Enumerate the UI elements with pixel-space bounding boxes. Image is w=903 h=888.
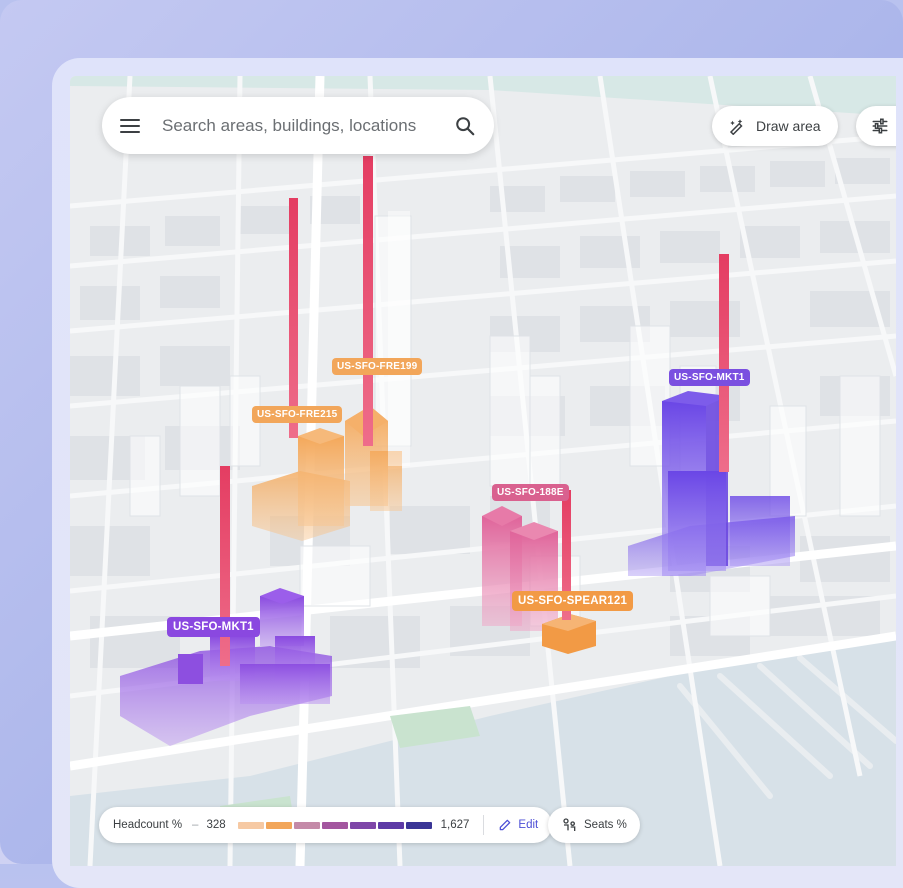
draw-area-button[interactable]: Draw area: [712, 106, 838, 146]
legend-dash: –: [192, 819, 199, 831]
legend-edit-button[interactable]: Edit: [498, 818, 538, 832]
building-tag[interactable]: US-SFO-FRE215: [252, 406, 343, 423]
legend-scale-swatch: [265, 821, 292, 829]
pencil-icon: [500, 819, 511, 831]
building-tag[interactable]: US-SFO-188E: [492, 484, 569, 501]
legend-max-value: 1,627: [440, 819, 470, 831]
seats-icon: [563, 818, 576, 831]
draw-area-label: Draw area: [756, 118, 821, 134]
building-tag[interactable]: US-SFO-SPEAR121: [512, 591, 634, 611]
legend-min-value: 328: [206, 819, 226, 831]
legend-divider: [483, 815, 485, 835]
search-bar[interactable]: [102, 97, 494, 154]
legend-scale-swatch: [405, 821, 432, 829]
map-canvas[interactable]: [70, 76, 896, 866]
legend-scale-swatch: [321, 821, 348, 829]
legend-scale-swatch: [377, 821, 404, 829]
search-input[interactable]: [160, 114, 454, 137]
legend-edit-label: Edit: [518, 819, 539, 831]
search-icon[interactable]: [454, 115, 476, 137]
seats-label: Seats %: [584, 819, 627, 831]
menu-icon[interactable]: [120, 114, 144, 138]
filter-button[interactable]: [856, 106, 896, 146]
legend-metric-label: Headcount %: [113, 819, 183, 831]
tune-icon: [872, 118, 888, 134]
legend-scale-swatch: [237, 821, 264, 829]
seats-button[interactable]: Seats %: [548, 807, 640, 843]
legend-scale-swatch: [349, 821, 376, 829]
legend-color-scale: [237, 821, 432, 829]
map-view[interactable]: US-SFO-FRE199 US-SFO-FRE215 US-SFO-MKT1 …: [70, 76, 896, 866]
building-tag[interactable]: US-SFO-FRE199: [332, 358, 423, 375]
building-tag[interactable]: US-SFO-MKT1: [167, 617, 260, 637]
headcount-legend[interactable]: Headcount % – 328 1,627 Edit: [99, 807, 553, 843]
building-tag[interactable]: US-SFO-MKT1: [669, 369, 750, 386]
draw-area-icon: [729, 119, 743, 135]
legend-scale-swatch: [293, 821, 320, 829]
